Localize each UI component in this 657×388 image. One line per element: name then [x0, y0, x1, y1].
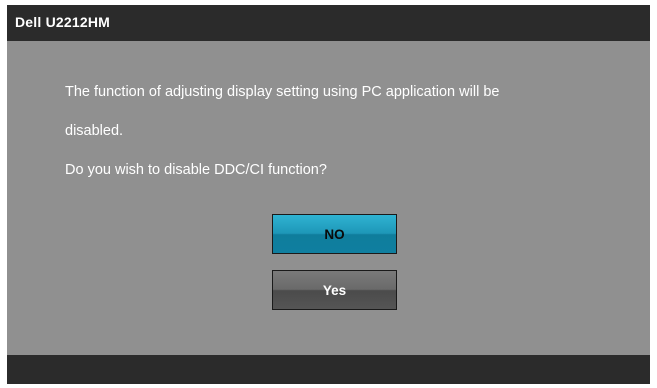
message-line-2: disabled.	[65, 123, 124, 139]
no-button[interactable]: NO	[272, 214, 397, 254]
monitor-model-title: Dell U2212HM	[15, 14, 110, 30]
yes-button-label: Yes	[322, 282, 347, 298]
osd-dialog: Dell U2212HM The function of adjusting d…	[7, 5, 650, 384]
message-line-1: The function of adjusting display settin…	[65, 84, 500, 100]
yes-button[interactable]: Yes	[272, 270, 397, 310]
no-button-label: NO	[324, 226, 345, 242]
message-question: Do you wish to disable DDC/CI function?	[65, 162, 327, 178]
title-bar: Dell U2212HM	[7, 5, 650, 41]
footer-bar	[7, 355, 650, 384]
